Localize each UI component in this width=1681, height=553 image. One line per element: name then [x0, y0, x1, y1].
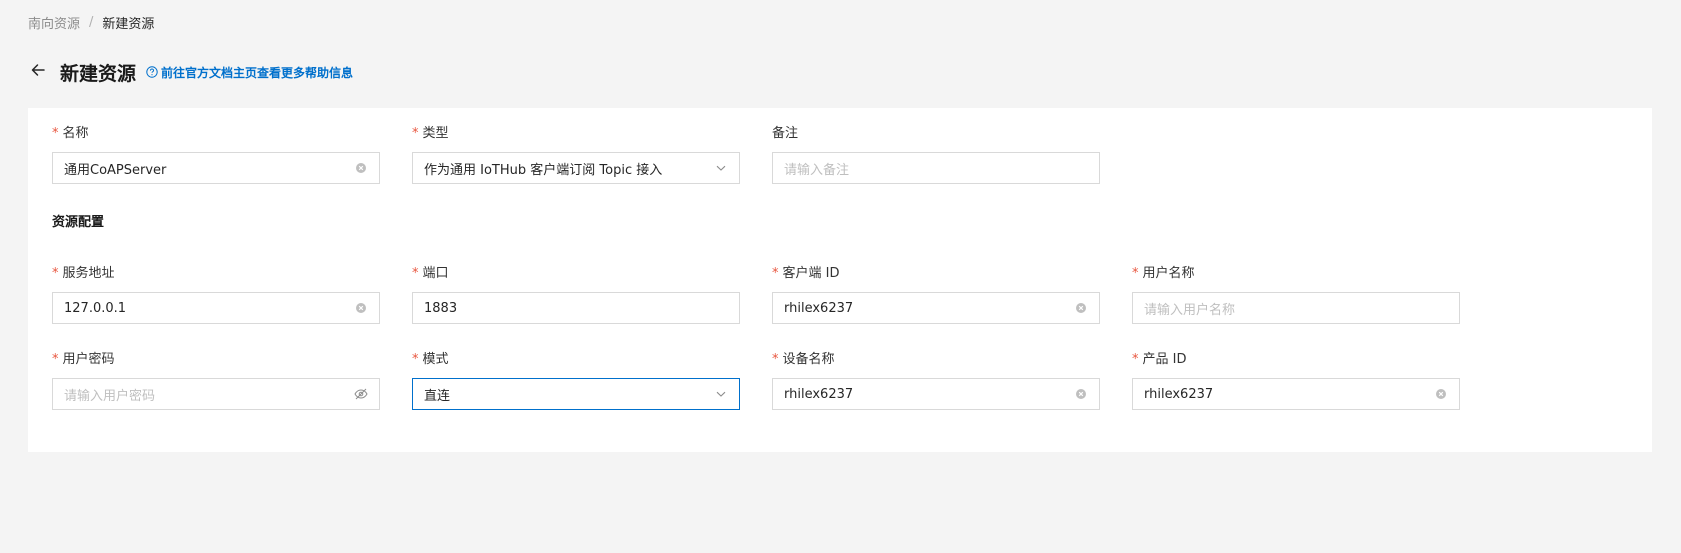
required-mark: *	[412, 126, 419, 141]
host-input[interactable]: 127.0.0.1	[52, 292, 380, 324]
remark-input[interactable]: 请输入备注	[772, 152, 1100, 184]
field-username-label: * 用户名称	[1132, 266, 1195, 281]
port-input[interactable]: 1883	[412, 292, 740, 324]
field-product-id-label: * 产品 ID	[1132, 352, 1187, 367]
required-mark: *	[772, 266, 779, 281]
remark-input-placeholder: 请输入备注	[784, 162, 850, 178]
field-client-id-label: * 客户端 ID	[772, 266, 840, 281]
chevron-down-icon	[714, 161, 728, 175]
breadcrumb-separator: /	[89, 14, 94, 30]
breadcrumb: 南向资源 / 新建资源	[28, 12, 154, 32]
name-input[interactable]: 通用CoAPServer	[52, 152, 380, 184]
help-link[interactable]: 前往官方文档主页查看更多帮助信息	[146, 64, 353, 81]
client-id-input-value: rhilex6237	[784, 300, 854, 316]
help-link-text: 前往官方文档主页查看更多帮助信息	[161, 65, 354, 80]
field-mode-label: * 模式	[412, 352, 449, 367]
form-card: * 名称 通用CoAPServer * 类型 作为通用 IoTHub 客户端订阅 T…	[28, 108, 1652, 452]
close-circle-icon[interactable]	[354, 161, 368, 175]
device-name-input[interactable]: rhilex6237	[772, 378, 1100, 410]
field-name-label: * 名称	[52, 126, 89, 141]
field-remark-label: 备注	[772, 126, 799, 141]
username-input-placeholder: 请输入用户名称	[1144, 302, 1236, 318]
password-input[interactable]: 请输入用户密码	[52, 378, 380, 410]
required-mark: *	[52, 126, 59, 141]
name-input-value: 通用CoAPServer	[64, 162, 167, 178]
required-mark: *	[772, 352, 779, 367]
type-select[interactable]: 作为通用 IoTHub 客户端订阅 Topic 接入	[412, 152, 740, 184]
chevron-down-icon	[714, 387, 728, 401]
close-circle-icon[interactable]	[1074, 301, 1088, 315]
field-password-label: * 用户密码	[52, 352, 115, 367]
type-select-value: 作为通用 IoTHub 客户端订阅 Topic 接入	[424, 162, 663, 178]
client-id-input[interactable]: rhilex6237	[772, 292, 1100, 324]
mode-select-value: 直连	[424, 388, 451, 404]
field-host-label: * 服务地址	[52, 266, 115, 281]
required-mark: *	[52, 352, 59, 367]
product-id-input[interactable]: rhilex6237	[1132, 378, 1460, 410]
required-mark: *	[412, 352, 419, 367]
host-input-value: 127.0.0.1	[64, 300, 127, 316]
field-port-label: * 端口	[412, 266, 449, 281]
section-title-resource-config: 资源配置	[52, 215, 105, 230]
required-mark: *	[412, 266, 419, 281]
field-device-name-label: * 设备名称	[772, 352, 835, 367]
field-type-label: * 类型	[412, 126, 449, 141]
port-input-value: 1883	[424, 300, 458, 316]
close-circle-icon[interactable]	[1074, 387, 1088, 401]
page-title: 新建资源	[60, 62, 137, 85]
eye-invisible-icon[interactable]	[354, 387, 368, 401]
required-mark: *	[1132, 352, 1139, 367]
close-circle-icon[interactable]	[354, 301, 368, 315]
close-circle-icon[interactable]	[1434, 387, 1448, 401]
device-name-input-value: rhilex6237	[784, 386, 854, 402]
back-button[interactable]	[28, 62, 48, 82]
breadcrumb-item-southbound[interactable]: 南向资源	[28, 13, 80, 32]
password-input-placeholder: 请输入用户密码	[64, 388, 156, 404]
product-id-input-value: rhilex6237	[1144, 386, 1214, 402]
required-mark: *	[1132, 266, 1139, 281]
page-header: 新建资源 前往官方文档主页查看更多帮助信息	[28, 58, 353, 86]
required-mark: *	[52, 266, 59, 281]
question-circle-icon	[146, 66, 158, 78]
username-input[interactable]: 请输入用户名称	[1132, 292, 1460, 324]
breadcrumb-item-current: 新建资源	[102, 16, 155, 32]
arrow-left-icon	[30, 62, 46, 82]
mode-select[interactable]: 直连	[412, 378, 740, 410]
